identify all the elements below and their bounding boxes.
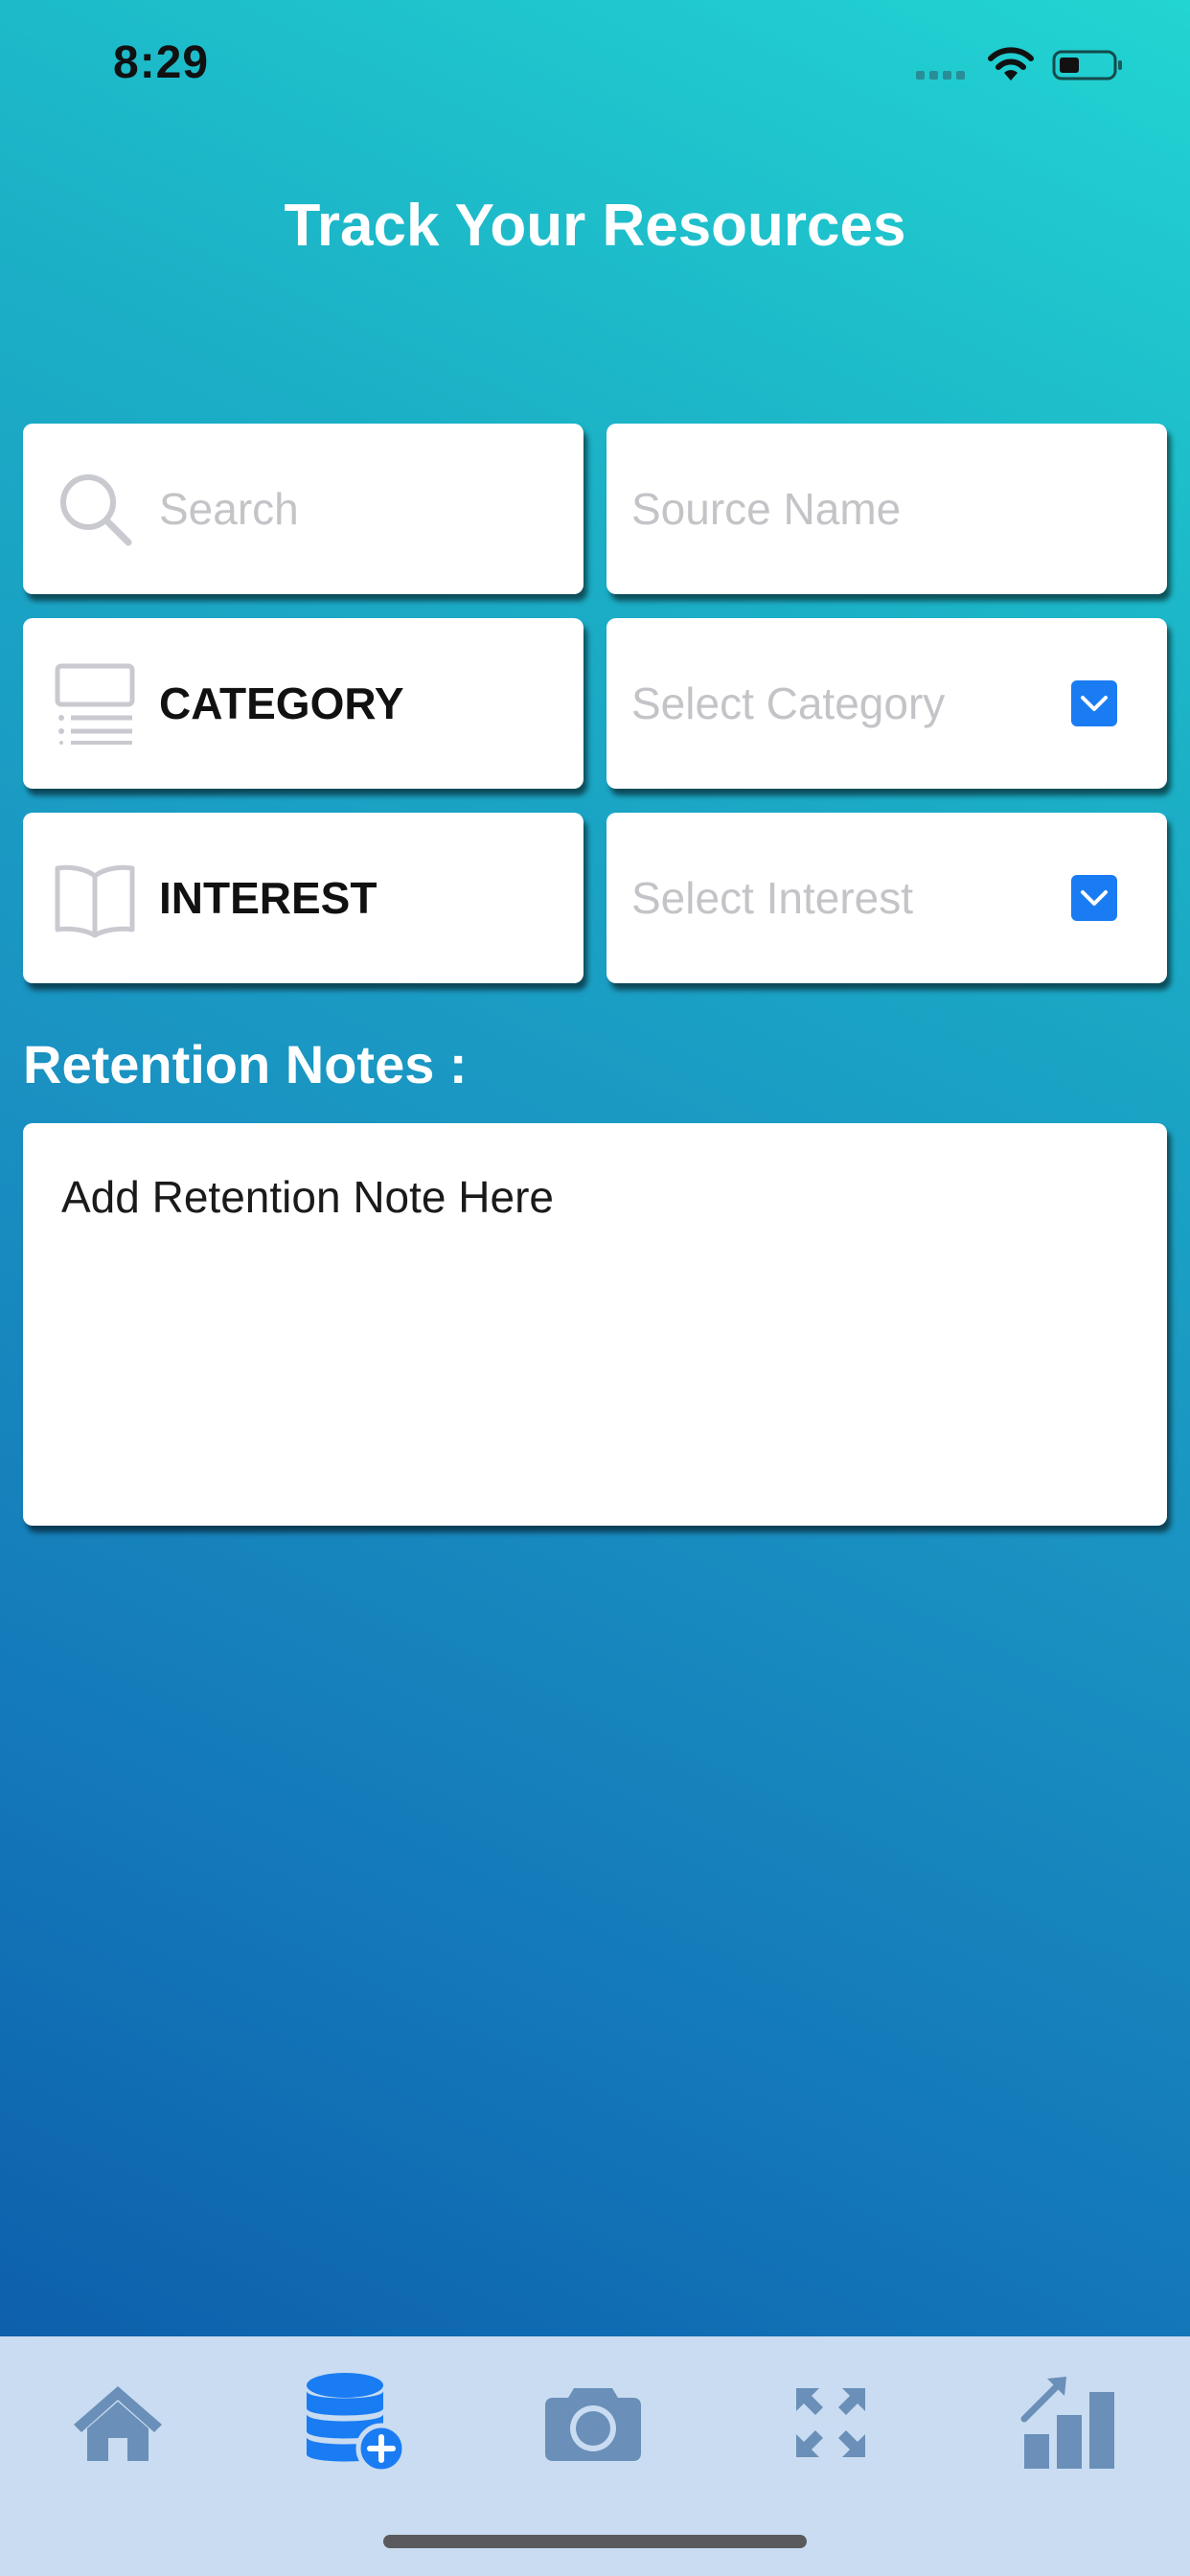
- page-title: Track Your Resources: [284, 193, 906, 259]
- tab-home[interactable]: [60, 2365, 175, 2480]
- interest-select-placeholder: Select Interest: [631, 873, 914, 923]
- search-field[interactable]: Search: [23, 424, 584, 594]
- category-label-card: CATEGORY: [23, 618, 584, 789]
- search-icon: [54, 468, 136, 550]
- bar-chart-icon: [1020, 2377, 1114, 2469]
- home-icon: [74, 2386, 162, 2461]
- list-icon: [54, 662, 136, 745]
- home-indicator: [383, 2535, 807, 2548]
- status-time: 8:29: [113, 37, 210, 88]
- retention-notes-label: Retention Notes :: [23, 1034, 468, 1094]
- source-name-placeholder: Source Name: [631, 484, 902, 534]
- book-icon: [54, 857, 136, 939]
- retention-notes-placeholder: Add Retention Note Here: [61, 1172, 554, 1222]
- cellular-signal-icon: [916, 71, 970, 80]
- interest-label-card: INTEREST: [23, 813, 584, 983]
- interest-label: INTEREST: [159, 873, 378, 923]
- source-name-field[interactable]: Source Name: [606, 424, 1167, 594]
- retention-notes-input[interactable]: Add Retention Note Here: [23, 1123, 1167, 1526]
- tab-add-resource[interactable]: [298, 2365, 413, 2480]
- chevron-down-icon[interactable]: [1071, 875, 1117, 921]
- chevron-down-icon[interactable]: [1071, 680, 1117, 726]
- category-label: CATEGORY: [159, 678, 404, 728]
- interest-select[interactable]: Select Interest: [606, 813, 1167, 983]
- status-bar: 8:29: [0, 0, 1190, 134]
- tab-stats[interactable]: [1011, 2365, 1126, 2480]
- category-select[interactable]: Select Category: [606, 618, 1167, 789]
- tab-camera[interactable]: [536, 2365, 651, 2480]
- camera-icon: [545, 2388, 641, 2461]
- search-placeholder: Search: [159, 484, 299, 534]
- database-add-icon: [307, 2373, 407, 2474]
- expand-icon: [796, 2388, 865, 2457]
- battery-icon: [1052, 50, 1122, 80]
- category-select-placeholder: Select Category: [631, 678, 946, 728]
- wifi-icon: [988, 47, 1034, 80]
- tab-expand[interactable]: [773, 2365, 888, 2480]
